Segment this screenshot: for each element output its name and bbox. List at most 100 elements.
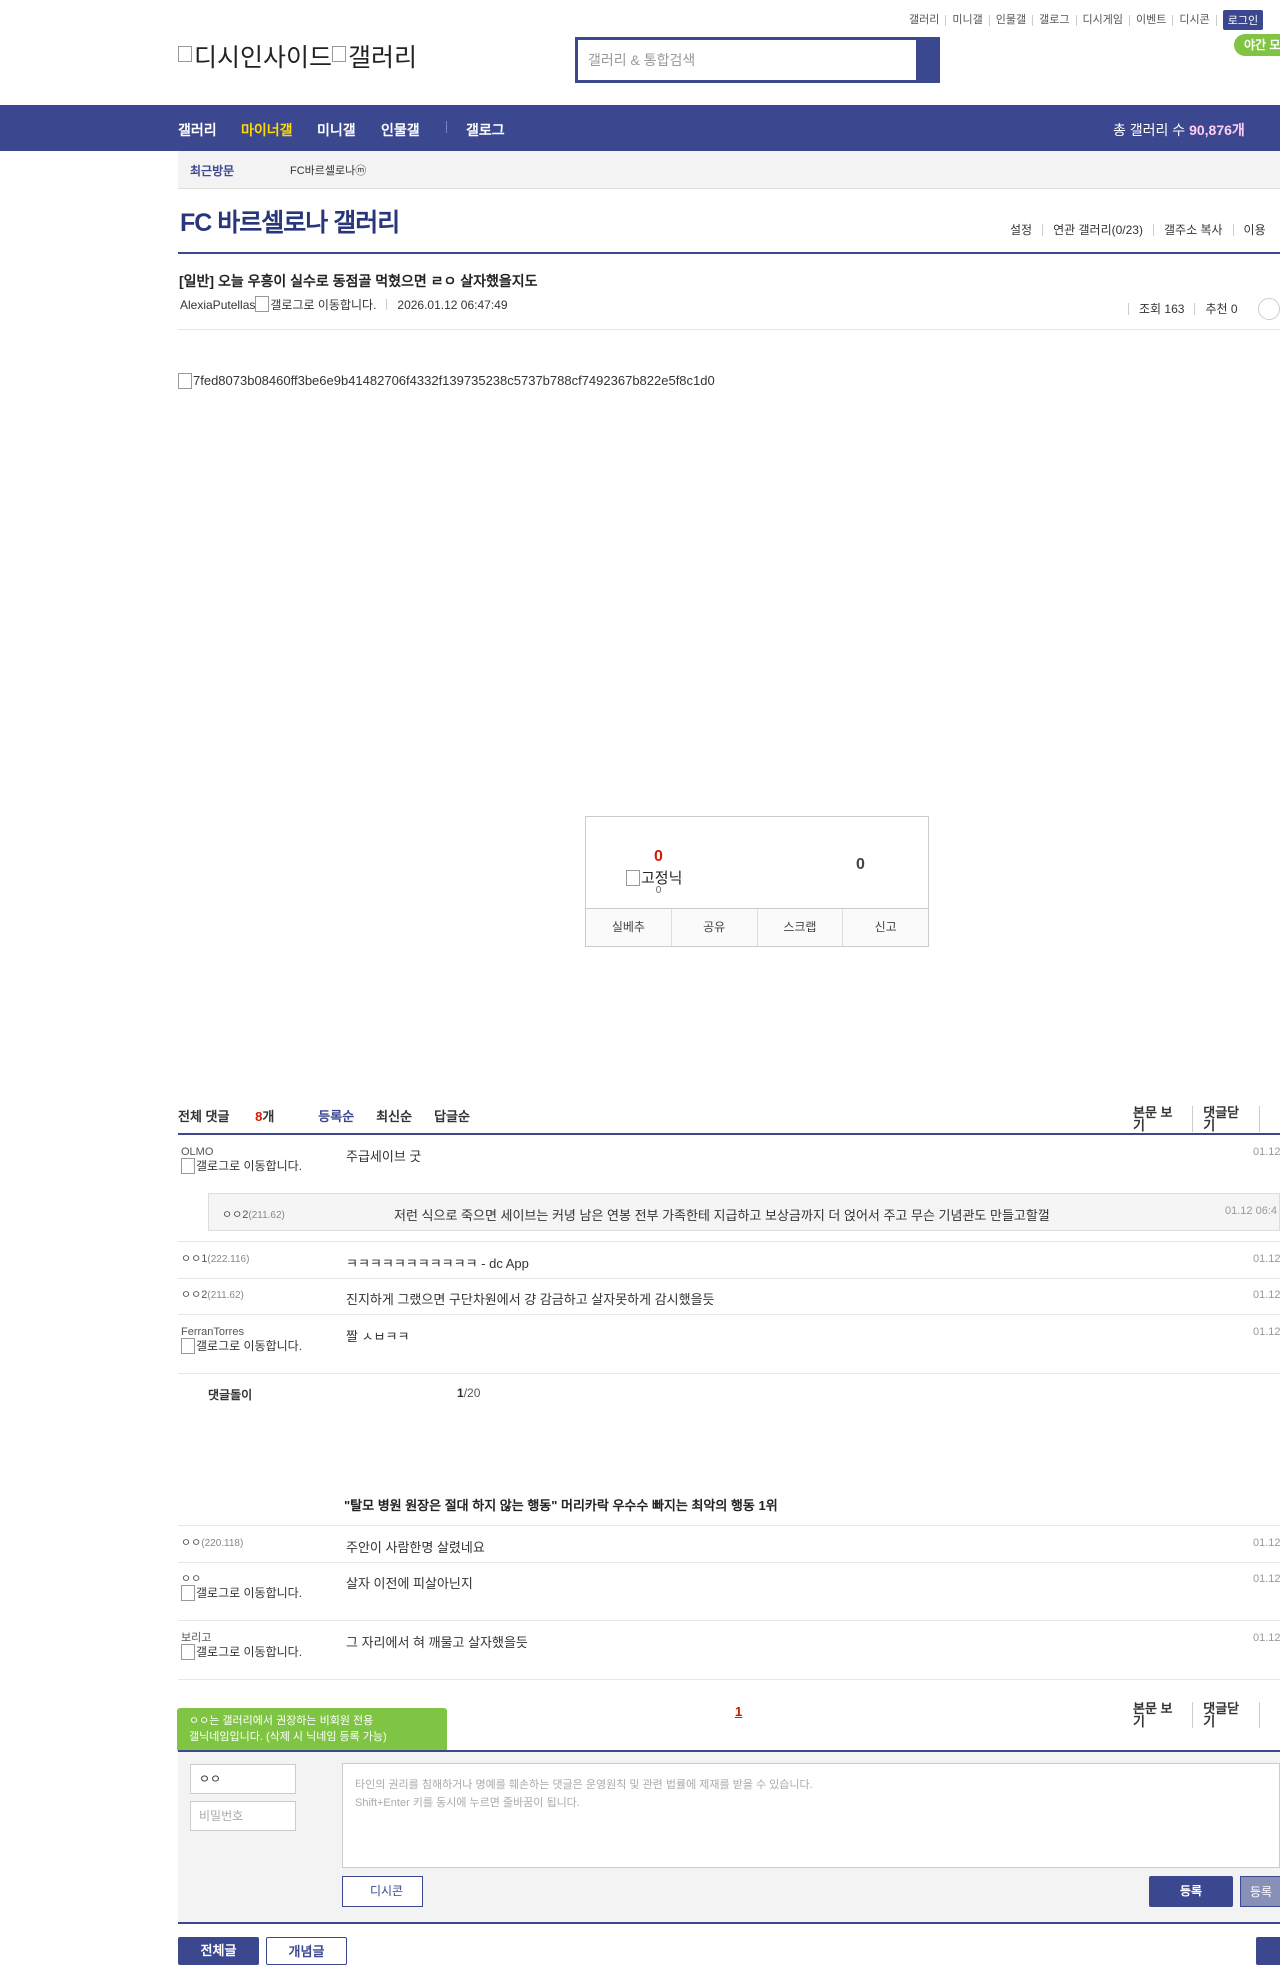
comment-text: ㅋㅋㅋㅋㅋㅋㅋㅋㅋㅋㅋ - dc App [346, 1256, 529, 1271]
comment-date: 01.12 06 [1253, 1537, 1280, 1549]
comment-row: ㅇㅇ2(211.62) 진지하게 그랬으면 구단차원에서 걍 감금하고 살자못하… [178, 1278, 1280, 1315]
comment-nick[interactable]: 보리고 갤로그로 이동합니다. [181, 1632, 306, 1661]
reply-row: ㅇㅇ2(211.62) 저런 식으로 죽으면 세이브는 커녕 남은 연봉 전부 … [208, 1193, 1280, 1231]
gallog-icon [181, 1644, 195, 1660]
post-stats: 조회 163 추천 0 [1128, 298, 1280, 320]
recommend-up-count[interactable]: 0 [586, 848, 731, 866]
comment-date: 01.12 [1253, 1326, 1280, 1338]
nickname-field[interactable]: ㅇㅇ [190, 1764, 296, 1794]
toplink-gallog[interactable]: 갤로그 [1033, 14, 1077, 26]
toplink-dcgame[interactable]: 디시게임 [1077, 14, 1130, 26]
recent-visit-item[interactable]: FC바르셀로나ⓜ [290, 162, 366, 178]
gallery-settings-link[interactable]: 설정 [1000, 224, 1042, 236]
comment-date: 01.12 [1253, 1146, 1280, 1158]
view-post-link[interactable]: 본문 보기 [1123, 1106, 1192, 1132]
gallery-total-count: 총 갤러리 수 90,876개 [1113, 122, 1245, 138]
night-mode-button[interactable]: 야간 모 [1234, 34, 1280, 56]
comment-row: OLMO 갤로그로 이동합니다. 주급세이브 굿 01.12 [178, 1135, 1280, 1193]
gallery-tools: 설정 연관 갤러리(0/23) 갤주소 복사 이용 [1000, 224, 1276, 236]
comment-text: 저런 식으로 죽으면 세이브는 커녕 남은 연봉 전부 가족한테 지급하고 보상… [394, 1208, 1050, 1223]
site-logo[interactable]: 디시인사이드 갤러리 [178, 38, 417, 74]
comment-text: 살자 이전에 피살아닌지 [346, 1576, 473, 1591]
tab-recommended-posts[interactable]: 개념글 [266, 1937, 347, 1965]
nav-mini-gallery[interactable]: 미니갤 [317, 120, 356, 140]
comment-page-1[interactable]: 1 [735, 1704, 742, 1719]
comment-nick[interactable]: ㅇㅇ2(211.62) [181, 1289, 244, 1302]
gallery-title[interactable]: FC 바르셀로나 갤러리 [180, 203, 400, 239]
dccon-button[interactable]: 디시콘 [342, 1876, 423, 1907]
refresh-comments-link[interactable] [1259, 1702, 1280, 1728]
comment-text: 주안이 사람한명 살렸네요 [346, 1540, 485, 1555]
search-box [575, 37, 940, 83]
logo-text-gallery: 갤러리 [348, 44, 418, 72]
sort-latest[interactable]: 최신순 [376, 1106, 412, 1125]
copy-address-link[interactable]: 갤주소 복사 [1152, 224, 1233, 236]
gallog-icon [181, 1338, 195, 1354]
login-button[interactable]: 로그인 [1222, 10, 1264, 30]
search-input[interactable] [578, 40, 916, 80]
usage-link[interactable]: 이용 [1232, 224, 1276, 236]
sort-registered[interactable]: 등록순 [318, 1106, 354, 1125]
post-author[interactable]: AlexiaPutellas [180, 298, 255, 312]
refresh-comments-link[interactable] [1259, 1106, 1280, 1132]
comment-row: 보리고 갤로그로 이동합니다. 그 자리에서 혀 깨물고 살자했을듯 01.12 [178, 1621, 1280, 1680]
best-recommend-button[interactable]: 실베추 [586, 909, 671, 946]
top-utility-links: 갤러리 미니갤 인물갤 갤로그 디시게임 이벤트 디시콘 로그인 [903, 10, 1264, 30]
logo-text-dcinside: 디시인사이드 [194, 44, 333, 72]
toplink-minigall[interactable]: 미니갤 [946, 14, 990, 26]
comment-text: 진지하게 그랬으면 구단차원에서 걍 감금하고 살자못하게 감시했을듯 [346, 1292, 715, 1307]
comment-nick[interactable]: ㅇㅇ1(222.116) [181, 1253, 249, 1266]
post-date: 2026.01.12 06:47:49 [397, 297, 508, 312]
comment-textarea[interactable]: 타인의 권리를 침해하거나 명예를 훼손하는 댓글은 운영원칙 및 관련 법률에… [342, 1763, 1280, 1868]
comment-bot-label[interactable]: 댓글돌이 [208, 1386, 252, 1403]
related-gallery-link[interactable]: 연관 갤러리(0/23) [1042, 224, 1153, 236]
comment-row: ㅇㅇ(220.118) 주안이 사람한명 살렸네요 01.12 06 [178, 1525, 1280, 1563]
tab-all-posts[interactable]: 전체글 [178, 1937, 259, 1965]
toplink-event[interactable]: 이벤트 [1130, 14, 1174, 26]
comment-total: 전체 댓글 8개 [178, 1109, 275, 1124]
comments-header: 전체 댓글 8개 등록순 최신순 답글순 본문 보기 댓글닫기 [178, 1106, 1280, 1134]
nav-gallery[interactable]: 갤러리 [178, 120, 217, 140]
ad-headline[interactable]: "탈모 병원 원장은 절대 하지 않는 행동" 머리카락 우수수 빠지는 최악의… [344, 1495, 778, 1514]
comment-row: FerranTorres 갤로그로 이동합니다. 짤 ㅅㅂㅋㅋ 01.12 [178, 1315, 1280, 1374]
close-comments-link[interactable]: 댓글닫기 [1192, 1106, 1259, 1132]
share-button[interactable]: 공유 [670, 909, 757, 946]
recommend-down-count[interactable]: 0 [856, 856, 865, 874]
comment-nick[interactable]: ㅇㅇ 갤로그로 이동합니다. [181, 1573, 306, 1602]
scrap-button[interactable]: 스크랩 [756, 909, 843, 946]
view-post-link[interactable]: 본문 보기 [1123, 1702, 1192, 1728]
recent-visit-label[interactable]: 최근방문 [190, 162, 234, 179]
divider [178, 252, 1280, 254]
gallog-icon [255, 295, 270, 312]
comment-row: ㅇㅇ 갤로그로 이동합니다. 살자 이전에 피살아닌지 01.12 [178, 1562, 1280, 1621]
toplink-dccon[interactable]: 디시콘 [1173, 14, 1217, 26]
gallog-link[interactable]: 갤로그로 이동합니다. [270, 296, 376, 313]
gallog-icon [181, 1158, 195, 1174]
nav-gallog[interactable]: 갤로그 [466, 120, 505, 140]
password-field[interactable]: 비밀번호 [190, 1801, 296, 1831]
comment-row: ㅇㅇ1(222.116) ㅋㅋㅋㅋㅋㅋㅋㅋㅋㅋㅋ - dc App 01.12 … [178, 1241, 1280, 1279]
nav-minor-gallery[interactable]: 마이너갤 [241, 120, 293, 140]
write-post-button[interactable] [1256, 1937, 1280, 1965]
report-button[interactable]: 신고 [842, 909, 928, 946]
broken-image-icon [332, 46, 347, 62]
comment-text: 짤 ㅅㅂㅋㅋ [346, 1329, 410, 1344]
comment-text: 그 자리에서 혀 깨물고 살자했을듯 [346, 1635, 528, 1650]
post-info: AlexiaPutellas 갤로그로 이동합니다. 2026.01.12 06… [180, 295, 508, 313]
search-button[interactable] [916, 40, 937, 80]
sort-replies[interactable]: 답글순 [434, 1106, 470, 1125]
toplink-gallery[interactable]: 갤러리 [903, 14, 947, 26]
post-recommend-count: 추천 0 [1194, 303, 1247, 315]
comment-nick[interactable]: FerranTorres 갤로그로 이동합니다. [181, 1326, 306, 1355]
more-options-icon[interactable] [1257, 298, 1280, 320]
post-title: [일반] 오늘 우흥이 실수로 동점골 먹혔으면 ㄹㅇ 살자했을지도 [179, 273, 538, 289]
comment-nick[interactable]: OLMO 갤로그로 이동합니다. [181, 1146, 306, 1175]
submit-recommend-button[interactable]: 등록 [1240, 1876, 1280, 1907]
comment-nick[interactable]: ㅇㅇ2(211.62) [222, 1206, 285, 1222]
toplink-persongall[interactable]: 인물갤 [990, 14, 1034, 26]
nav-person-gallery[interactable]: 인물갤 [381, 120, 420, 140]
search-icon [926, 60, 927, 61]
submit-button[interactable]: 등록 [1149, 1876, 1233, 1907]
close-comments-link[interactable]: 댓글닫기 [1192, 1702, 1259, 1728]
comment-nick[interactable]: ㅇㅇ(220.118) [181, 1537, 243, 1550]
